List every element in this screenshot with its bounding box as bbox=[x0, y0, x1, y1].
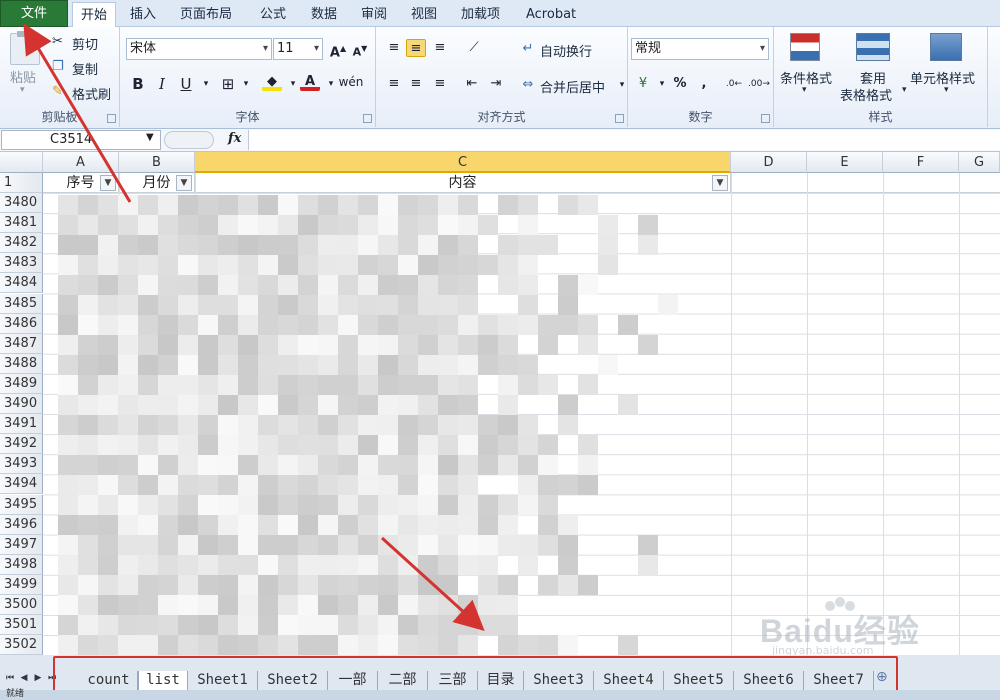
annotation-arrows bbox=[23, 23, 485, 632]
excel-window: 文件 开始 插入 页面布局 公式 数据 审阅 视图 加载项 Acrobat 粘贴… bbox=[0, 0, 1000, 700]
arrow-to-file-tab bbox=[23, 23, 132, 203]
arrow-to-sheet-tabs bbox=[380, 536, 485, 632]
